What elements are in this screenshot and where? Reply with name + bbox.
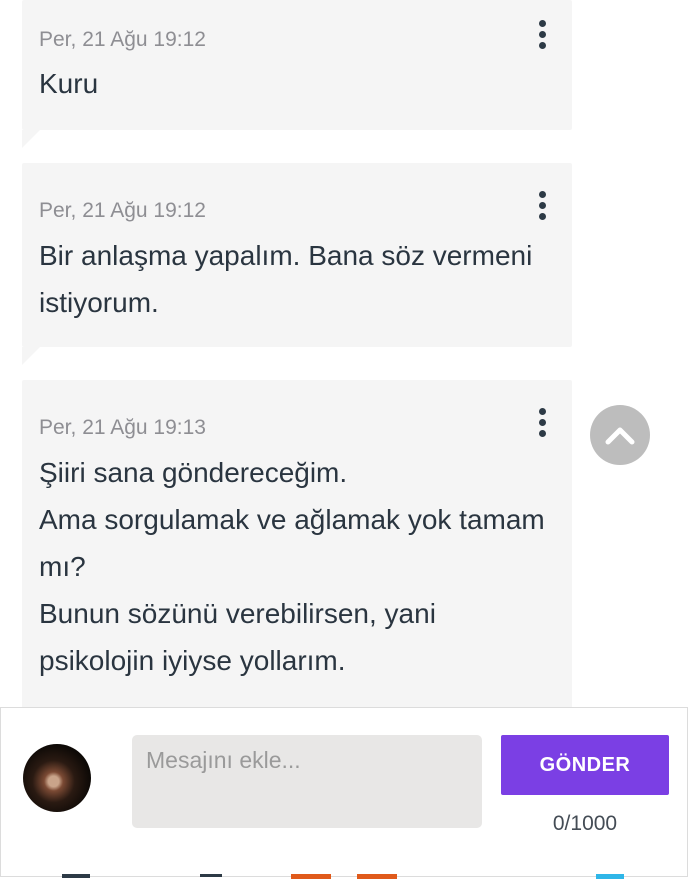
more-options-icon[interactable] [538, 408, 546, 440]
message-line: mı? [39, 551, 86, 582]
message-text: Kuru [39, 60, 552, 107]
send-button[interactable]: GÖNDER [501, 735, 669, 795]
bottom-nav-item[interactable] [200, 874, 222, 882]
character-counter: 0/1000 [552, 812, 618, 835]
message-bubble: Per, 21 Ağu 19:12 Kuru [22, 0, 572, 148]
more-options-icon[interactable] [538, 20, 546, 52]
message-line: Bir anlaşma yapalım. Bana söz vermeni [39, 240, 533, 271]
chevron-up-icon [605, 427, 635, 445]
message-text: Bir anlaşma yapalım. Bana söz vermeni is… [39, 232, 552, 326]
bottom-nav-item[interactable] [596, 874, 624, 879]
message-text: Şiiri sana göndereceğim. Ama sorgulamak … [39, 449, 552, 684]
avatar [23, 744, 91, 812]
bottom-nav-item[interactable] [291, 874, 331, 879]
message-composer: GÖNDER 0/1000 [0, 707, 688, 877]
message-timestamp: Per, 21 Ağu 19:12 [39, 199, 206, 222]
message-input[interactable] [132, 735, 482, 828]
scroll-to-top-button[interactable] [590, 405, 650, 465]
message-line: Kuru [39, 68, 99, 99]
message-line: Şiiri sana göndereceğim. [39, 457, 348, 488]
message-line: Bunun sözünü verebilirsen, yani [39, 598, 436, 629]
message-line: Ama sorgulamak ve ağlamak yok tamam [39, 504, 545, 535]
message-bubble: Per, 21 Ağu 19:13 Şiiri sana göndereceği… [22, 380, 572, 728]
message-line: istiyorum. [39, 287, 159, 318]
bottom-nav-item[interactable] [357, 874, 397, 879]
message-timestamp: Per, 21 Ağu 19:13 [39, 416, 206, 439]
more-options-icon[interactable] [538, 191, 546, 223]
message-line: psikolojin iyiyse yollarım. [39, 645, 346, 676]
message-timestamp: Per, 21 Ağu 19:12 [39, 28, 206, 51]
message-bubble: Per, 21 Ağu 19:12 Bir anlaşma yapalım. B… [22, 163, 572, 365]
